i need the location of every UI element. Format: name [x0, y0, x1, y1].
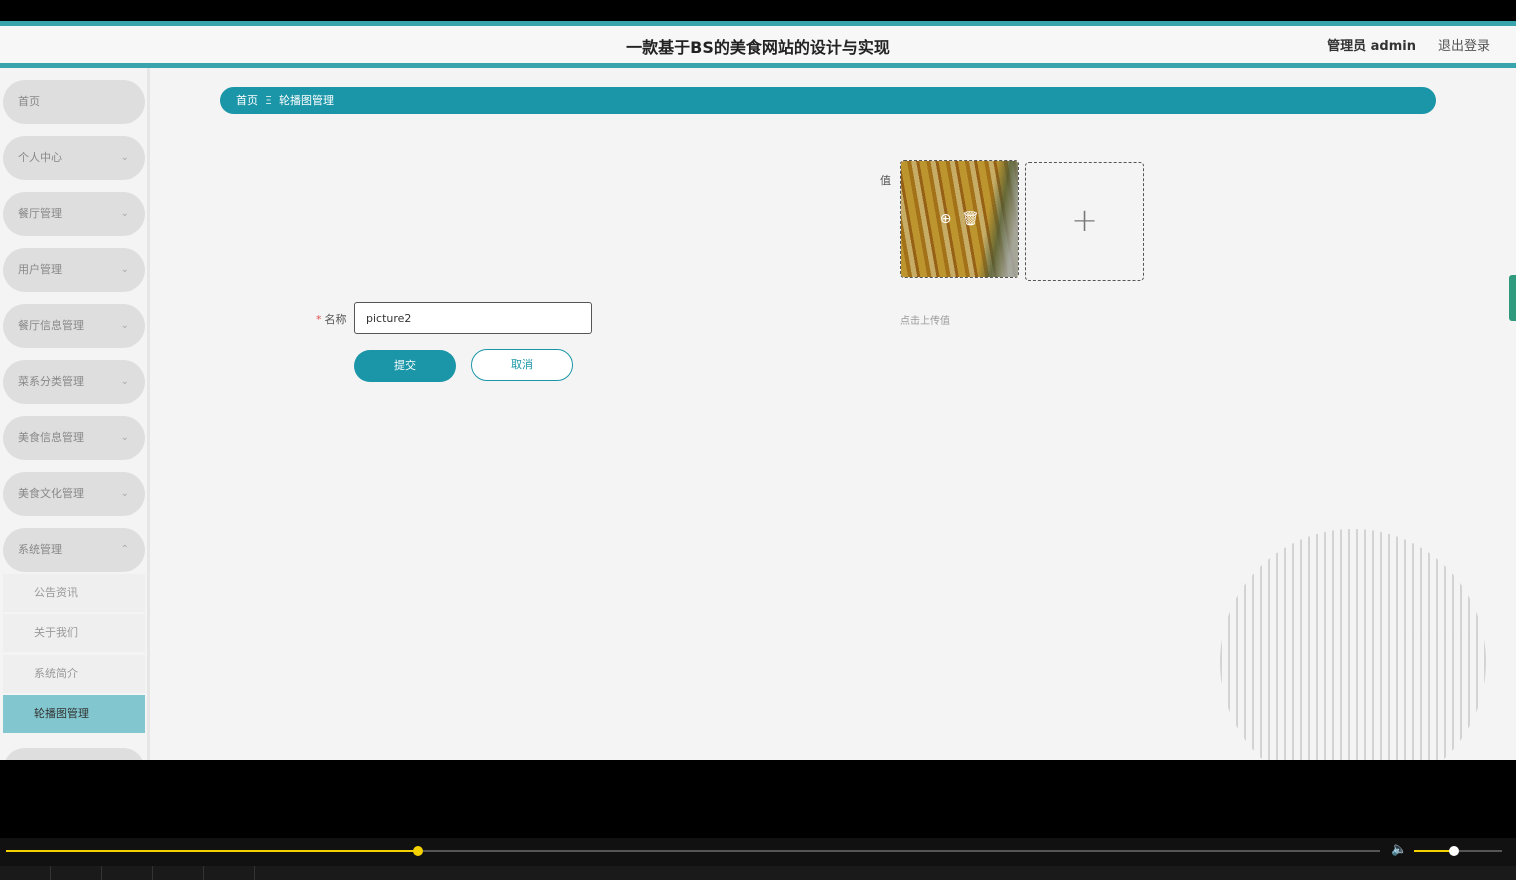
- chevron-down-icon: ⌄: [120, 376, 129, 387]
- chevron-down-icon: ⌄: [120, 432, 129, 443]
- player-tab[interactable]: [102, 866, 153, 880]
- sidebar-item-system[interactable]: 系统管理 ⌃: [3, 528, 145, 572]
- player-tab[interactable]: [153, 866, 204, 880]
- chevron-down-icon: ⌄: [120, 320, 129, 331]
- zoom-in-icon[interactable]: ⊕: [940, 211, 952, 227]
- sidebar-subitem-carousel[interactable]: 轮播图管理: [3, 695, 145, 733]
- name-label-text: 名称: [324, 313, 347, 326]
- admin-label: 管理员 admin: [1327, 39, 1416, 54]
- sidebar-item-food-culture[interactable]: 美食文化管理 ⌄: [3, 472, 145, 516]
- sidebar-item-food-info[interactable]: 美食信息管理 ⌄: [3, 416, 145, 460]
- required-mark: *: [316, 313, 322, 326]
- volume-knob[interactable]: [1448, 846, 1459, 856]
- plus-icon: +: [1071, 201, 1098, 239]
- thumbnail-actions: ⊕ 🗑: [901, 211, 1018, 227]
- volume-icon[interactable]: 🔈: [1391, 842, 1407, 857]
- top-bar: 一款基于BS的美食网站的设计与实现 管理员 admin 退出登录: [0, 21, 1516, 68]
- sidebar-subitem-announcements[interactable]: 公告资讯: [3, 574, 145, 612]
- sidebar-item-cuisine-category[interactable]: 菜系分类管理 ⌄: [3, 360, 145, 404]
- sidebar-item-label: 美食文化管理: [18, 487, 84, 500]
- progress-track[interactable]: [6, 850, 1380, 852]
- name-field-label: * 名称: [316, 311, 347, 327]
- sidebar-subitem-about-us[interactable]: 关于我们: [3, 614, 145, 652]
- sidebar-item-personal-center[interactable]: 个人中心 ⌄: [3, 136, 145, 180]
- uploaded-image-thumbnail[interactable]: ⊕ 🗑: [900, 160, 1019, 278]
- sidebar-item-label: 个人中心: [18, 151, 62, 164]
- video-player-controls: 🔈: [0, 838, 1516, 880]
- chevron-down-icon: ⌄: [120, 152, 129, 163]
- page-scroll-handle[interactable]: [1509, 275, 1516, 321]
- sidebar: 首页 个人中心 ⌄ 餐厅管理 ⌄ 用户管理 ⌄ 餐厅信息管理 ⌄ 菜系分类管理 ⌄ 美食信…: [0, 68, 150, 760]
- logout-link[interactable]: 退出登录: [1438, 35, 1490, 54]
- chevron-up-icon: ⌃: [120, 544, 129, 555]
- submit-button[interactable]: 提交: [354, 350, 456, 382]
- sidebar-item-users[interactable]: 用户管理 ⌄: [3, 248, 145, 292]
- chevron-down-icon: ⌄: [120, 488, 129, 499]
- progress-knob[interactable]: [413, 846, 424, 856]
- decorative-stripe-circle: [1220, 529, 1486, 760]
- sidebar-item-label: 系统管理: [18, 543, 62, 556]
- sidebar-item-label: 菜系分类管理: [18, 375, 84, 388]
- player-tab[interactable]: [0, 866, 51, 880]
- sidebar-item-restaurant-info[interactable]: 餐厅信息管理 ⌄: [3, 304, 145, 348]
- sidebar-subitem-system-intro[interactable]: 系统简介: [3, 655, 145, 693]
- breadcrumb-separator-icon: Ξ: [265, 94, 272, 107]
- chevron-down-icon: ⌄: [120, 208, 129, 219]
- app-title: 一款基于BS的美食网站的设计与实现: [626, 38, 890, 57]
- sidebar-item-label: 餐厅管理: [18, 207, 62, 220]
- sidebar-item-label: 用户管理: [18, 263, 62, 276]
- progress-fill: [6, 850, 419, 852]
- sidebar-item-label: 首页: [18, 95, 40, 108]
- value-label: 值: [880, 174, 891, 187]
- sidebar-item-label: 美食信息管理: [18, 431, 84, 444]
- app-frame: 一款基于BS的美食网站的设计与实现 管理员 admin 退出登录 首页 个人中心…: [0, 21, 1516, 760]
- upload-tip: 点击上传值: [900, 316, 950, 327]
- upload-button[interactable]: +: [1025, 162, 1144, 281]
- volume-fill: [1414, 850, 1454, 852]
- trash-icon[interactable]: 🗑: [961, 211, 979, 227]
- player-tab-strip: [0, 866, 1516, 880]
- player-tab[interactable]: [51, 866, 102, 880]
- cancel-button[interactable]: 取消: [471, 349, 573, 381]
- breadcrumb: 首页 Ξ 轮播图管理: [220, 87, 1436, 114]
- name-input[interactable]: [354, 302, 592, 334]
- sidebar-item-label: 餐厅信息管理: [18, 319, 84, 332]
- sidebar-item-restaurant[interactable]: 餐厅管理 ⌄: [3, 192, 145, 236]
- breadcrumb-home[interactable]: 首页: [236, 94, 258, 107]
- player-tab[interactable]: [204, 866, 255, 880]
- breadcrumb-current: 轮播图管理: [278, 94, 334, 107]
- sidebar-item-partial[interactable]: [3, 748, 145, 760]
- sidebar-item-home[interactable]: 首页: [3, 80, 145, 124]
- chevron-down-icon: ⌄: [120, 264, 129, 275]
